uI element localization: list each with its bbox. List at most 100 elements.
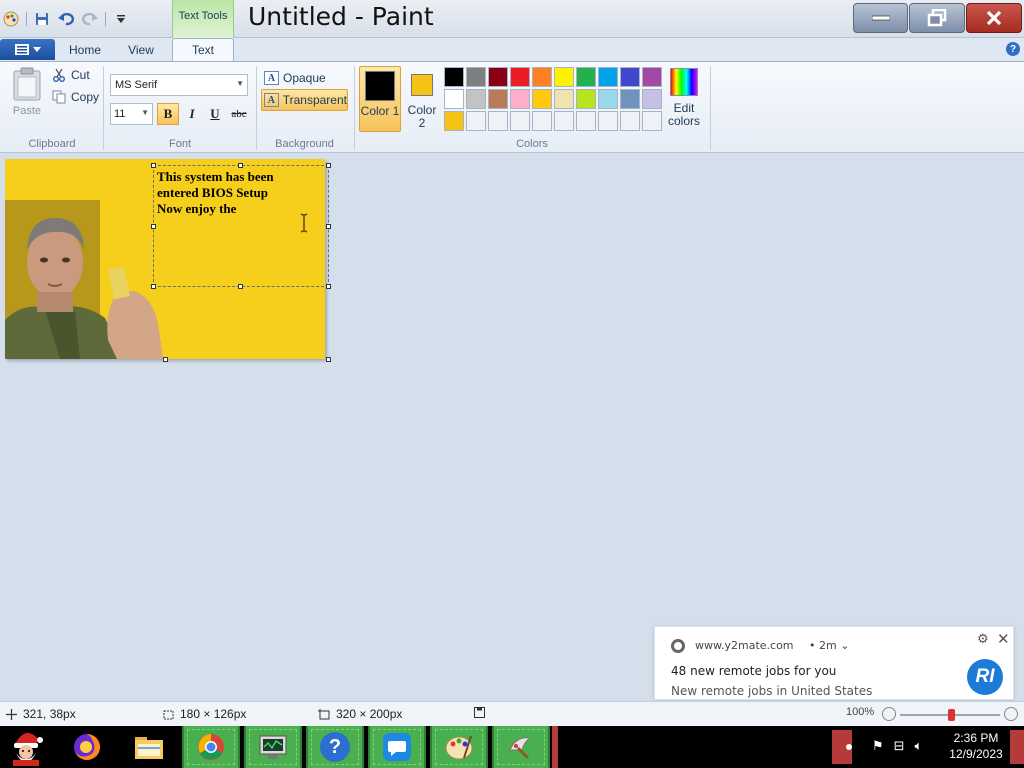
- color-swatch[interactable]: [576, 111, 596, 131]
- font-family-select[interactable]: MS Serif ▼: [110, 74, 248, 96]
- resize-handle[interactable]: [238, 284, 243, 289]
- resize-handle[interactable]: [326, 284, 331, 289]
- canvas-resize-handle[interactable]: [163, 357, 168, 362]
- opaque-icon: A: [264, 71, 279, 85]
- color-swatch[interactable]: [554, 67, 574, 87]
- color-swatch[interactable]: [620, 89, 640, 109]
- canvas-text[interactable]: This system has been entered BIOS Setup …: [157, 169, 327, 217]
- color1-button[interactable]: Color 1: [359, 66, 401, 132]
- zoom-slider-thumb[interactable]: [948, 709, 955, 721]
- copy-button[interactable]: Copy: [52, 90, 99, 104]
- close-icon[interactable]: ✕: [997, 630, 1010, 648]
- status-bar: 321, 38px 180 × 126px 320 × 200px 100%: [0, 701, 1024, 726]
- zoom-in-button[interactable]: [1004, 707, 1018, 721]
- gear-icon[interactable]: ⚙: [977, 632, 989, 647]
- taskbar-clock[interactable]: 2:36 PM 12/9/2023: [946, 730, 1006, 762]
- canvas-resize-handle[interactable]: [326, 357, 331, 362]
- transparent-button[interactable]: A Transparent: [261, 89, 348, 111]
- color-swatch[interactable]: [598, 67, 618, 87]
- minimize-button[interactable]: [853, 3, 908, 33]
- color-swatch[interactable]: [488, 111, 508, 131]
- tool-icon: [509, 737, 532, 760]
- italic-button[interactable]: I: [181, 103, 203, 125]
- color-swatch[interactable]: [576, 89, 596, 109]
- restore-button[interactable]: [909, 3, 965, 33]
- paste-button[interactable]: Paste: [8, 67, 46, 122]
- color-swatch[interactable]: [576, 67, 596, 87]
- zoom-out-button[interactable]: [882, 707, 896, 721]
- network-icon[interactable]: ⊟: [894, 738, 905, 754]
- close-button[interactable]: [966, 3, 1022, 33]
- color-swatch[interactable]: [554, 111, 574, 131]
- taskbar-chrome[interactable]: [182, 726, 240, 768]
- resize-handle[interactable]: [151, 163, 156, 168]
- strikethrough-button[interactable]: abc: [227, 103, 251, 125]
- redo-icon[interactable]: [81, 10, 99, 28]
- taskbar-tool[interactable]: [492, 726, 550, 768]
- color-swatch[interactable]: [444, 67, 464, 87]
- start-button[interactable]: [0, 726, 52, 768]
- edit-colors-label: Edit colors: [667, 101, 700, 128]
- taskbar-help[interactable]: ?: [306, 726, 364, 768]
- color-swatch[interactable]: [488, 67, 508, 87]
- tab-text[interactable]: Text: [172, 38, 234, 61]
- taskbar-messenger[interactable]: [368, 726, 426, 768]
- color-swatch[interactable]: [510, 89, 530, 109]
- resize-handle[interactable]: [326, 224, 331, 229]
- bold-button[interactable]: B: [157, 103, 179, 125]
- color-swatch[interactable]: [532, 67, 552, 87]
- taskbar-firefox[interactable]: [60, 726, 114, 768]
- color-swatch[interactable]: [444, 89, 464, 109]
- disk-icon: [474, 707, 485, 718]
- color-swatch[interactable]: [510, 111, 530, 131]
- color-swatch[interactable]: [620, 111, 640, 131]
- menu-icon: [14, 44, 29, 55]
- color-swatch[interactable]: [444, 111, 464, 131]
- underline-button[interactable]: U: [204, 103, 226, 125]
- color-swatch[interactable]: [642, 111, 662, 131]
- color-swatch[interactable]: [532, 111, 552, 131]
- resize-handle[interactable]: [326, 163, 331, 168]
- cut-button[interactable]: Cut: [52, 68, 90, 82]
- color-swatch[interactable]: [532, 89, 552, 109]
- resize-handle[interactable]: [238, 163, 243, 168]
- canvas-area[interactable]: This system has been entered BIOS Setup …: [0, 153, 1024, 701]
- color-swatch[interactable]: [620, 67, 640, 87]
- volume-icon[interactable]: 🔈︎: [915, 738, 923, 754]
- paint-app-icon[interactable]: [2, 10, 20, 28]
- edit-colors-button[interactable]: Edit colors: [664, 68, 704, 132]
- color-swatch[interactable]: [466, 67, 486, 87]
- tab-view[interactable]: View: [116, 38, 166, 61]
- color-swatch[interactable]: [642, 89, 662, 109]
- color-swatch[interactable]: [466, 111, 486, 131]
- flag-icon[interactable]: ⚑: [872, 738, 884, 754]
- window-title: Untitled - Paint: [248, 2, 434, 31]
- font-size-select[interactable]: 11 ▼: [110, 103, 153, 125]
- color-swatch[interactable]: [488, 89, 508, 109]
- color-swatch[interactable]: [642, 67, 662, 87]
- resize-handle[interactable]: [151, 284, 156, 289]
- color2-button[interactable]: Color 2: [403, 66, 441, 132]
- paint-menu-button[interactable]: [0, 39, 55, 60]
- tab-home[interactable]: Home: [60, 38, 110, 61]
- santa-icon: [13, 732, 43, 766]
- notification-toast[interactable]: www.y2mate.com • 2m ⌄ ⚙ ✕ 48 new remote …: [654, 626, 1014, 700]
- help-icon[interactable]: ?: [1006, 42, 1020, 56]
- canvas-text-line: This system has been: [157, 169, 274, 184]
- taskbar-file-explorer[interactable]: [122, 726, 176, 768]
- color-swatch[interactable]: [598, 89, 618, 109]
- color-swatch[interactable]: [554, 89, 574, 109]
- taskbar-system-monitor[interactable]: [244, 726, 302, 768]
- color-spectrum-icon: [670, 68, 698, 96]
- save-icon[interactable]: [33, 10, 51, 28]
- show-desktop-button[interactable]: [1010, 730, 1024, 764]
- opaque-button[interactable]: A Opaque: [262, 68, 348, 88]
- customize-qat-icon[interactable]: [112, 10, 130, 28]
- color-swatch[interactable]: [598, 111, 618, 131]
- taskbar-paint[interactable]: [430, 726, 488, 768]
- color-swatch[interactable]: [466, 89, 486, 109]
- selection-size-status: 180 × 126px: [162, 707, 246, 721]
- resize-handle[interactable]: [151, 224, 156, 229]
- undo-icon[interactable]: [57, 10, 75, 28]
- color-swatch[interactable]: [510, 67, 530, 87]
